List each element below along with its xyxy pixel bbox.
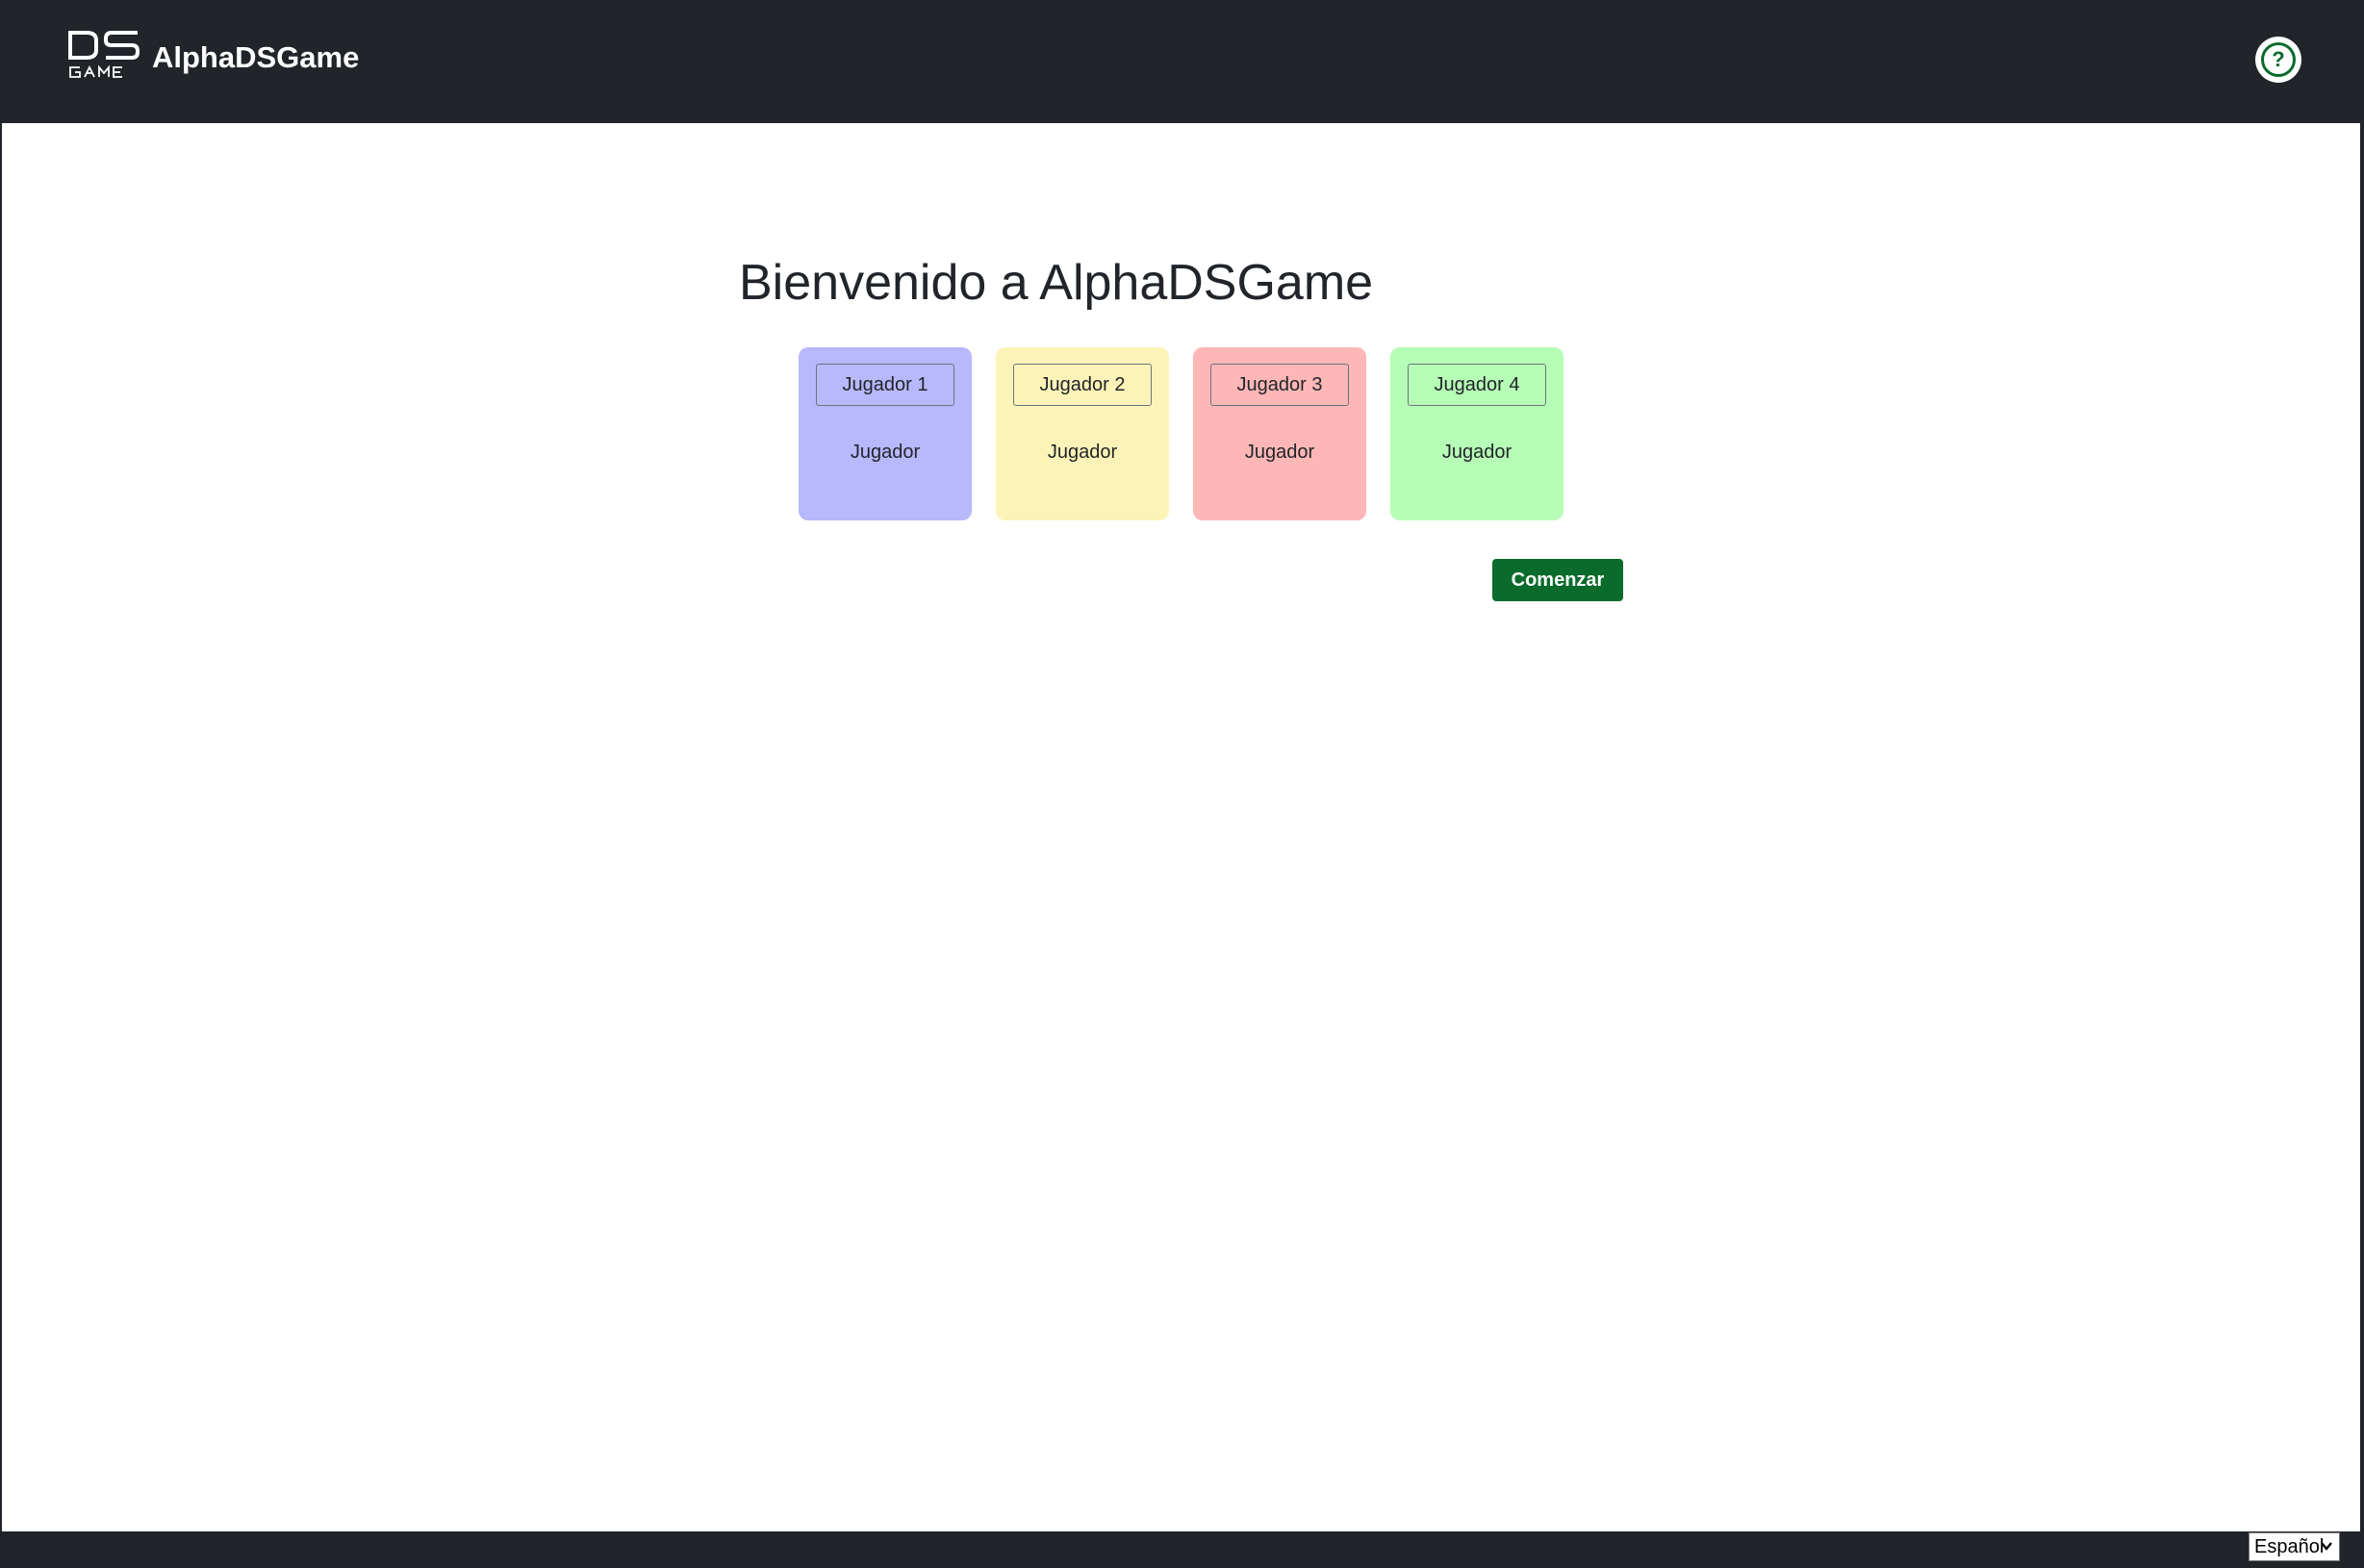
help-button[interactable]: ?	[2255, 37, 2301, 83]
player-card-1: Jugador 1 Jugador	[799, 347, 972, 520]
language-select[interactable]: Español	[2249, 1532, 2340, 1561]
player-role-3: Jugador	[1244, 442, 1315, 463]
app-name: AlphaDSGame	[152, 39, 360, 74]
page-title: Bienvenido a AlphaDSGame	[739, 255, 1374, 311]
player-card-3: Jugador 3 Jugador	[1193, 347, 1366, 520]
main-content: Bienvenido a AlphaDSGame Jugador 1 Jugad…	[2, 123, 2360, 1531]
ds-game-logo-icon	[68, 31, 140, 78]
brand[interactable]: AlphaDSGame	[67, 29, 359, 81]
player-name-button-1[interactable]: Jugador 1	[816, 364, 954, 406]
chevron-down-icon	[2321, 1542, 2332, 1551]
language-select-value: Español	[2254, 1535, 2325, 1557]
player-role-4: Jugador	[1441, 442, 1512, 463]
player-role-1: Jugador	[850, 442, 921, 463]
app-window: AlphaDSGame ? Bienvenido a AlphaDSGame J…	[0, 0, 2364, 1568]
player-name-button-3[interactable]: Jugador 3	[1210, 364, 1349, 406]
player-name-button-2[interactable]: Jugador 2	[1013, 364, 1152, 406]
player-role-2: Jugador	[1047, 442, 1118, 463]
question-circle-icon: ?	[2261, 42, 2296, 77]
player-card-4: Jugador 4 Jugador	[1390, 347, 1563, 520]
start-button[interactable]: Comenzar	[1492, 559, 1623, 601]
footer	[0, 1531, 2364, 1568]
top-navbar: AlphaDSGame ?	[0, 0, 2364, 123]
player-name-button-4[interactable]: Jugador 4	[1408, 364, 1546, 406]
player-card-2: Jugador 2 Jugador	[996, 347, 1169, 520]
